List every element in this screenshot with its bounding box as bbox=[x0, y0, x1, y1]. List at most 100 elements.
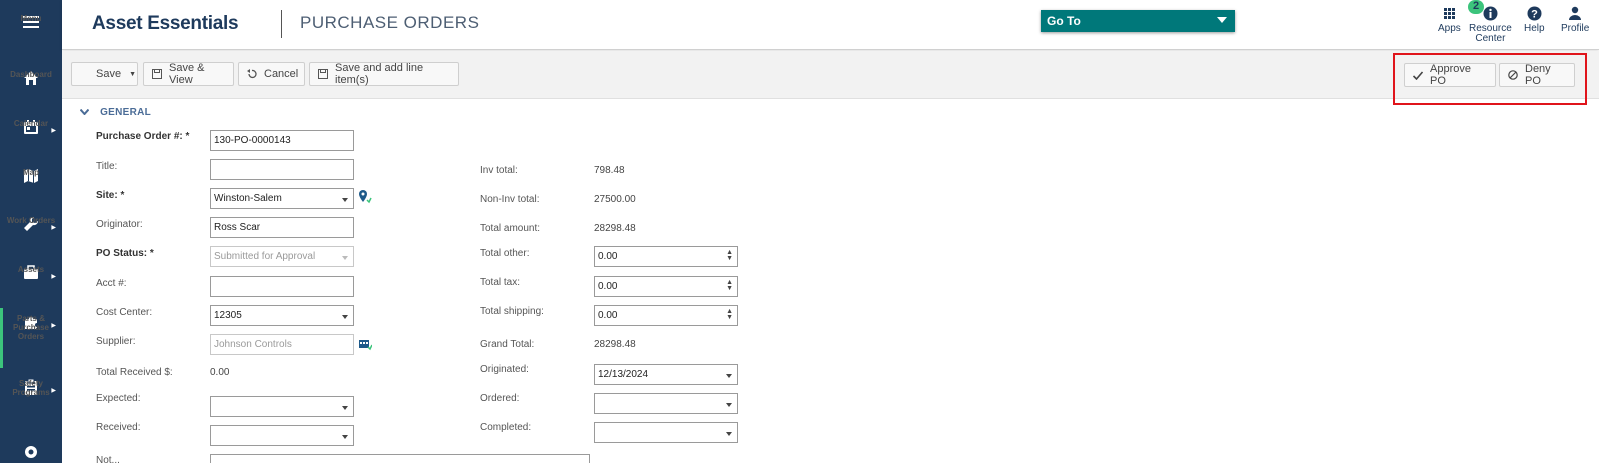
received-date-select[interactable] bbox=[210, 425, 354, 446]
originated-value: 12/13/2024 bbox=[598, 369, 649, 380]
site-label: Site: * bbox=[96, 190, 125, 201]
resource-center-button[interactable]: Resource Center bbox=[1469, 5, 1512, 44]
sidebar-item-safety-programs[interactable]: Safety Programs ▶ bbox=[0, 377, 62, 397]
chevron-down-icon bbox=[342, 435, 348, 439]
grand-total-label: Grand Total: bbox=[480, 339, 535, 350]
total-tax-label: Total tax: bbox=[480, 277, 521, 288]
caret-right-icon: ▶ bbox=[51, 128, 56, 134]
help-label: Help bbox=[1524, 23, 1545, 34]
caret-right-icon: ▶ bbox=[51, 388, 56, 394]
cancel-button[interactable]: Cancel bbox=[238, 62, 305, 86]
site-select[interactable]: Winston-Salem bbox=[210, 188, 354, 209]
floppy-disk-icon bbox=[318, 69, 328, 79]
svg-text:?: ? bbox=[1531, 8, 1538, 20]
spinner-icon[interactable]: ▲ ▼ bbox=[726, 249, 733, 262]
sidebar-item-label: Safety Programs bbox=[12, 379, 50, 397]
cost-center-label: Cost Center: bbox=[96, 307, 153, 318]
completed-date-select[interactable] bbox=[594, 422, 738, 443]
menu-label: Menu bbox=[20, 14, 42, 23]
total-received-value: 0.00 bbox=[210, 367, 230, 378]
cost-center-select[interactable]: 12305 bbox=[210, 305, 354, 326]
help-button[interactable]: ? Help bbox=[1524, 5, 1545, 34]
originator-field[interactable]: Ross Scar bbox=[210, 217, 354, 238]
po-status-label: PO Status: * bbox=[96, 248, 154, 259]
apps-label: Apps bbox=[1438, 23, 1461, 34]
save-label: Save bbox=[96, 68, 122, 80]
general-section-header[interactable]: GENERAL bbox=[79, 107, 152, 118]
non-inv-total-label: Non-Inv total: bbox=[480, 194, 540, 205]
goto-label: Go To bbox=[1047, 14, 1081, 28]
general-section-label: GENERAL bbox=[100, 107, 152, 118]
total-shipping-field[interactable]: 0.00 ▲ ▼ bbox=[594, 305, 738, 326]
menu-button[interactable]: Menu bbox=[0, 12, 62, 32]
acct-field[interactable] bbox=[210, 276, 354, 297]
total-other-field[interactable]: 0.00 ▲ ▼ bbox=[594, 246, 738, 267]
sidebar-item-settings[interactable] bbox=[0, 442, 62, 462]
gear-icon bbox=[21, 442, 41, 462]
chevron-down-icon bbox=[342, 198, 348, 202]
originated-date-select[interactable]: 12/13/2024 bbox=[594, 364, 738, 385]
caret-right-icon: ▶ bbox=[51, 225, 56, 231]
notes-field[interactable] bbox=[210, 454, 590, 463]
supplier-label: Supplier: bbox=[96, 336, 136, 347]
sidebar-item-dashboard[interactable]: Dashboard bbox=[0, 68, 62, 88]
spinner-icon[interactable]: ▲ ▼ bbox=[726, 308, 733, 321]
profile-button[interactable]: Profile bbox=[1561, 5, 1589, 34]
resource-label-line2: Center bbox=[1475, 33, 1506, 44]
sidebar-item-parts-purchase-orders[interactable]: Parts & Purchase Orders ▶ bbox=[0, 312, 62, 341]
total-amount-label: Total amount: bbox=[480, 223, 541, 234]
goto-dropdown[interactable]: Go To bbox=[1041, 10, 1235, 32]
top-header: Asset Essentials PURCHASE ORDERS Go To bbox=[62, 0, 1599, 50]
save-and-view-label: Save & View bbox=[169, 62, 205, 86]
chevron-down-icon bbox=[726, 432, 732, 436]
sidebar-item-work-orders[interactable]: Work Orders ▶ bbox=[0, 214, 62, 234]
chevron-down-icon bbox=[79, 107, 90, 118]
completed-label: Completed: bbox=[480, 422, 532, 433]
app-brand[interactable]: Asset Essentials bbox=[92, 13, 239, 35]
chevron-down-icon bbox=[726, 374, 732, 378]
originator-label: Originator: bbox=[96, 219, 143, 230]
sidebar-item-map[interactable]: Map bbox=[0, 166, 62, 186]
po-status-select: Submitted for Approval bbox=[210, 246, 354, 267]
location-pin-icon[interactable] bbox=[358, 189, 372, 208]
save-and-add-line-items-button[interactable]: Save and add line item(s) bbox=[309, 62, 459, 86]
po-number-field[interactable]: 130-PO-0000143 bbox=[210, 130, 354, 151]
chevron-down-icon bbox=[342, 315, 348, 319]
grid-icon bbox=[1443, 5, 1455, 21]
acct-label: Acct #: bbox=[96, 278, 127, 289]
chevron-down-icon bbox=[1217, 17, 1227, 23]
sidebar-item-label: Calendar bbox=[13, 119, 49, 128]
user-icon bbox=[1568, 5, 1582, 21]
expected-label: Expected: bbox=[96, 393, 141, 404]
apps-button[interactable]: Apps bbox=[1438, 5, 1461, 34]
page-title: PURCHASE ORDERS bbox=[300, 13, 480, 32]
expected-date-select[interactable] bbox=[210, 396, 354, 417]
sidebar-item-label: Parts & Purchase Orders bbox=[12, 314, 50, 341]
title-field[interactable] bbox=[210, 159, 354, 180]
save-and-add-label: Save and add line item(s) bbox=[335, 62, 424, 86]
inv-total-label: Inv total: bbox=[480, 165, 518, 176]
total-other-value: 0.00 bbox=[598, 251, 618, 262]
spinner-icon[interactable]: ▲ ▼ bbox=[726, 279, 733, 292]
sidebar-item-label: Dashboard bbox=[10, 70, 52, 79]
sidebar-item-assets[interactable]: Assets ▶ bbox=[0, 263, 62, 283]
title-label: Title: bbox=[96, 161, 118, 172]
sidebar-item-calendar[interactable]: Calendar ▶ bbox=[0, 117, 62, 137]
caret-right-icon: ▶ bbox=[51, 274, 56, 280]
total-amount-value: 28298.48 bbox=[594, 223, 636, 234]
total-received-label: Total Received $: bbox=[96, 367, 173, 378]
total-tax-field[interactable]: 0.00 ▲ ▼ bbox=[594, 276, 738, 297]
header-divider bbox=[281, 10, 282, 38]
save-button[interactable]: Save ▼ bbox=[71, 62, 138, 86]
total-shipping-label: Total shipping: bbox=[480, 306, 544, 317]
ordered-date-select[interactable] bbox=[594, 393, 738, 414]
grand-total-value: 28298.48 bbox=[594, 339, 636, 350]
help-icon: ? bbox=[1527, 5, 1542, 21]
save-and-view-button[interactable]: Save & View bbox=[143, 62, 234, 86]
supplier-field[interactable]: Johnson Controls bbox=[210, 334, 354, 355]
supplier-lookup-icon[interactable] bbox=[358, 337, 373, 354]
info-icon bbox=[1483, 5, 1498, 21]
caret-right-icon: ▶ bbox=[51, 323, 56, 329]
non-inv-total-value: 27500.00 bbox=[594, 194, 636, 205]
chevron-down-icon bbox=[726, 403, 732, 407]
